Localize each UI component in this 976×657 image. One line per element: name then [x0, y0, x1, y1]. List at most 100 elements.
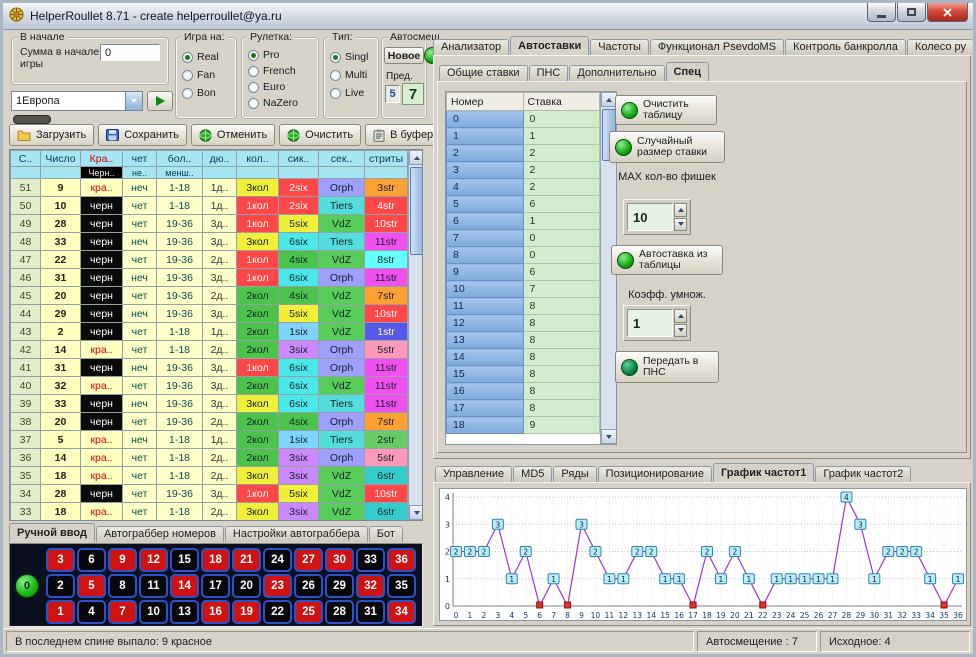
clear-table-button[interactable]: Очистить таблицу — [615, 95, 717, 125]
spins-header-7[interactable]: кол.. — [237, 151, 279, 167]
spins-row[interactable]: 432чернчет1-181д..2кол1sixVdZ1str — [11, 323, 408, 341]
bets-row[interactable]: 22 — [447, 145, 600, 162]
spins-header-10[interactable]: стриты — [365, 151, 408, 167]
bets-row[interactable]: 70 — [447, 230, 600, 247]
bets-stake-cell[interactable]: 2 — [523, 145, 600, 162]
board-number-3[interactable]: 3 — [46, 548, 75, 572]
spins-row[interactable]: 4214кра..чет1-182д..2кол3sixOrph5str — [11, 341, 408, 359]
main-tab-5[interactable]: Контроль банкролла — [785, 39, 906, 55]
board-number-1[interactable]: 1 — [46, 600, 75, 624]
bets-stake-cell[interactable]: 6 — [523, 196, 600, 213]
bets-row[interactable]: 32 — [447, 162, 600, 179]
spins-header-1[interactable]: С.. — [11, 151, 41, 167]
radio-bon[interactable]: Bon — [182, 84, 219, 102]
input-tab-4[interactable]: Бот — [369, 526, 403, 542]
main-tab-2[interactable]: Автоставки — [510, 36, 589, 55]
bets-row[interactable]: 189 — [447, 417, 600, 434]
send-to-pns-button[interactable]: Передать в ПНС — [615, 351, 719, 383]
spins-header-9[interactable]: сек.. — [319, 151, 365, 167]
sub-tab-3[interactable]: Дополнительно — [569, 65, 664, 81]
board-number-31[interactable]: 31 — [356, 600, 385, 624]
bets-row[interactable]: 107 — [447, 281, 600, 298]
board-number-17[interactable]: 17 — [201, 574, 230, 598]
spins-row[interactable]: 4520чернчет19-362д..2кол4sixVdZ7str — [11, 287, 408, 305]
spins-row[interactable]: 4429черннеч19-363д..2кол5sixVdZ10str — [11, 305, 408, 323]
spins-header-6[interactable]: дю.. — [203, 151, 237, 167]
spins-row[interactable]: 519кра..неч1-181д..3кол2sixOrph3str — [11, 179, 408, 197]
board-number-22[interactable]: 22 — [263, 600, 292, 624]
spins-row[interactable]: 4131черннеч19-363д..1кол6sixOrph11str — [11, 359, 408, 377]
board-number-7[interactable]: 7 — [108, 600, 137, 624]
input-tab-3[interactable]: Настройки автограббера — [225, 526, 368, 542]
spins-header-2[interactable]: Число — [41, 151, 81, 167]
spins-scroll-thumb[interactable] — [410, 167, 423, 255]
bets-stake-cell[interactable]: 1 — [523, 128, 600, 145]
board-number-30[interactable]: 30 — [325, 548, 354, 572]
titlebar[interactable]: HelperRoullet 8.71 - create helperroulle… — [3, 3, 973, 30]
board-number-26[interactable]: 26 — [294, 574, 323, 598]
board-number-11[interactable]: 11 — [139, 574, 168, 598]
bets-stake-cell[interactable]: 8 — [523, 400, 600, 417]
spins-row[interactable]: 375кра..неч1-181д..2кол1sixTiers2str — [11, 431, 408, 449]
spins-header-4[interactable]: чет — [123, 151, 157, 167]
spins-header-8[interactable]: сик.. — [279, 151, 319, 167]
max-chips-up-button[interactable] — [674, 203, 687, 217]
radio-live[interactable]: Live — [330, 84, 368, 102]
spins-row[interactable]: 3318кра..чет1-182д..3кол3sixVdZ6str — [11, 503, 408, 521]
bets-stake-cell[interactable]: 8 — [523, 332, 600, 349]
chart-tab-6[interactable]: График частот2 — [815, 466, 911, 482]
chart-tab-2[interactable]: MD5 — [513, 466, 552, 482]
board-number-14[interactable]: 14 — [170, 574, 199, 598]
radio-euro[interactable]: Euro — [248, 79, 298, 95]
radio-multi[interactable]: Multi — [330, 66, 368, 84]
radio-french[interactable]: French — [248, 63, 298, 79]
multiplier-up-button[interactable] — [674, 309, 687, 323]
bets-stake-cell[interactable]: 7 — [523, 281, 600, 298]
radio-real[interactable]: Real — [182, 48, 219, 66]
bets-row[interactable]: 138 — [447, 332, 600, 349]
spins-row[interactable]: 4631черннеч19-363д..1кол6sixOrph11str — [11, 269, 408, 287]
bets-stake-cell[interactable]: 0 — [523, 111, 600, 128]
board-number-33[interactable]: 33 — [356, 548, 385, 572]
main-tab-4[interactable]: Функционал PsevdoMS — [650, 39, 784, 55]
board-number-25[interactable]: 25 — [294, 600, 323, 624]
board-number-16[interactable]: 16 — [201, 600, 230, 624]
bets-stake-cell[interactable]: 2 — [523, 162, 600, 179]
spins-header-3[interactable]: Кра.. — [81, 151, 123, 167]
spins-scroll-track[interactable] — [409, 165, 423, 505]
sub-tab-2[interactable]: ПНС — [529, 65, 569, 81]
board-number-18[interactable]: 18 — [201, 548, 230, 572]
bets-row[interactable]: 158 — [447, 366, 600, 383]
board-number-20[interactable]: 20 — [232, 574, 261, 598]
board-number-21[interactable]: 21 — [232, 548, 261, 572]
board-number-4[interactable]: 4 — [77, 600, 106, 624]
board-number-15[interactable]: 15 — [170, 548, 199, 572]
multiplier-down-button[interactable] — [674, 324, 687, 338]
bets-row[interactable]: 168 — [447, 383, 600, 400]
radio-nazero[interactable]: NaZero — [248, 95, 298, 111]
bets-row[interactable]: 00 — [447, 111, 600, 128]
spins-row[interactable]: 4833черннеч19-363д..3кол6sixTiers11str — [11, 233, 408, 251]
spins-row[interactable]: 3614кра..чет1-182д..2кол3sixOrph5str — [11, 449, 408, 467]
spins-row[interactable]: 3428чернчет19-363д..1кол5sixVdZ10str — [11, 485, 408, 503]
close-button[interactable] — [927, 3, 968, 22]
game-select[interactable]: 1Европа — [11, 91, 143, 111]
max-chips-down-button[interactable] — [674, 218, 687, 232]
board-number-5[interactable]: 5 — [77, 574, 106, 598]
chart-tab-4[interactable]: Позиционирование — [598, 466, 712, 482]
board-number-35[interactable]: 35 — [387, 574, 416, 598]
board-number-2[interactable]: 2 — [46, 574, 75, 598]
board-number-8[interactable]: 8 — [108, 574, 137, 598]
bets-row[interactable]: 178 — [447, 400, 600, 417]
toolbar-button-5[interactable]: В буфер — [365, 124, 441, 146]
max-chips-input[interactable]: 10 — [627, 203, 673, 231]
scroll-down-icon[interactable] — [409, 505, 423, 520]
bets-stake-cell[interactable]: 9 — [523, 417, 600, 434]
board-number-13[interactable]: 13 — [170, 600, 199, 624]
board-number-12[interactable]: 12 — [139, 548, 168, 572]
spins-scrollbar[interactable] — [408, 150, 423, 520]
toolbar-button-3[interactable]: Отменить — [191, 124, 275, 146]
bets-stake-cell[interactable]: 0 — [523, 247, 600, 264]
bets-stake-cell[interactable]: 8 — [523, 366, 600, 383]
spins-row[interactable]: 4722чернчет19-362д..1кол4sixVdZ8str — [11, 251, 408, 269]
